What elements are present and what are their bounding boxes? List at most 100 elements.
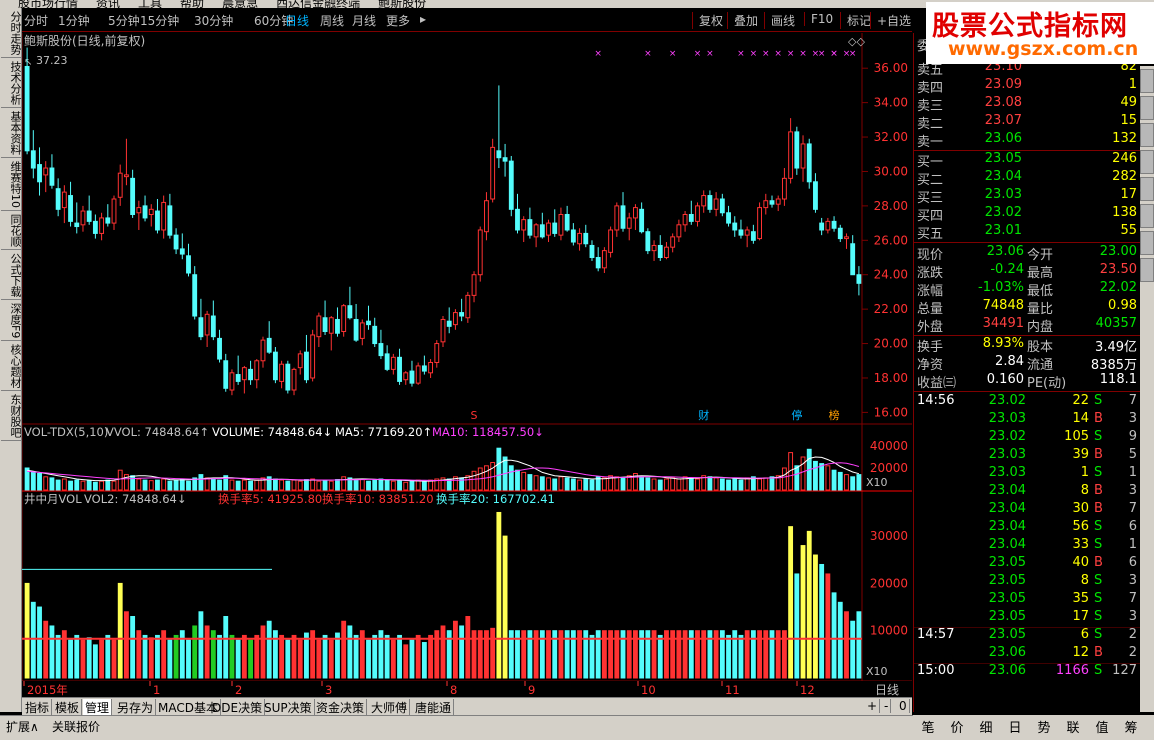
- sell-level-price[interactable]: 23.06: [970, 131, 1022, 146]
- tick-volume: 22: [1072, 393, 1089, 408]
- scroll-tab-1[interactable]: [1140, 69, 1154, 93]
- period-tab[interactable]: 15分钟: [140, 12, 179, 29]
- period-tab[interactable]: 日线: [285, 12, 309, 29]
- status-item[interactable]: 关联报价: [52, 718, 100, 735]
- sidebar-tab[interactable]: 东财股吧: [1, 392, 22, 442]
- period-tab[interactable]: 更多: [386, 12, 410, 29]
- indicator-tab[interactable]: SUP决策: [262, 699, 315, 716]
- scroll-tab-4[interactable]: [1140, 150, 1154, 174]
- chart-marker[interactable]: 财: [698, 408, 709, 422]
- status-item[interactable]: 扩展∧: [6, 718, 39, 735]
- panel-row: 23.05 8 S 3: [914, 573, 1154, 591]
- turnover-bar: [279, 634, 285, 679]
- toolbar-button[interactable]: 复权: [692, 12, 723, 29]
- period-tab[interactable]: 5分钟: [108, 12, 140, 29]
- menu-item[interactable]: 西达信金融终端: [276, 0, 360, 8]
- buy-level-price[interactable]: 23.03: [970, 187, 1022, 202]
- sidebar-tab[interactable]: 公式下载: [1, 251, 22, 300]
- scroll-tab-5[interactable]: [1140, 177, 1154, 201]
- buy-level-price[interactable]: 23.04: [970, 169, 1022, 184]
- menu-item[interactable]: 鲍斯股份: [378, 0, 426, 8]
- quote-tab[interactable]: 势: [1030, 717, 1058, 736]
- event-mark: ×: [750, 49, 758, 59]
- sell-level-price[interactable]: 23.07: [970, 113, 1022, 128]
- chart-marker[interactable]: S: [471, 409, 478, 422]
- turnover-bar: [130, 616, 136, 679]
- sell-level-price[interactable]: 23.08: [970, 95, 1022, 110]
- scroll-tab-7[interactable]: [1140, 231, 1154, 255]
- toolbar-button[interactable]: 叠加: [727, 12, 758, 29]
- sidebar-tab[interactable]: 技术分析: [1, 59, 22, 108]
- volume-bar: [322, 479, 328, 491]
- sidebar-tab[interactable]: 基本资料: [1, 109, 22, 158]
- toolbar-button[interactable]: +自选: [870, 12, 911, 29]
- quote-tab[interactable]: 细: [972, 717, 1000, 736]
- candle: [484, 192, 489, 241]
- menu-item[interactable]: 股市场行情: [18, 0, 78, 8]
- quote-tab[interactable]: 日: [1001, 717, 1029, 736]
- candle: [49, 154, 55, 189]
- menu-item[interactable]: 帮助: [180, 0, 204, 8]
- scroll-tab-2[interactable]: [1140, 96, 1154, 120]
- diamond-icon[interactable]: ◇◇: [848, 35, 865, 48]
- volume-bar: [409, 480, 415, 491]
- period-tab[interactable]: 周线: [320, 12, 344, 29]
- sidebar-tab[interactable]: 分时走势: [1, 9, 22, 58]
- volume-bar: [794, 465, 800, 491]
- period-tab[interactable]: 月线: [352, 12, 376, 29]
- period-tab[interactable]: 1分钟: [58, 12, 90, 29]
- panel-row: 现价 23.06 今开 23.00: [914, 244, 1154, 263]
- menu-item[interactable]: 晨意急: [222, 0, 258, 8]
- indicator-tab[interactable]: 大师傅: [369, 699, 411, 716]
- candle: [229, 369, 235, 396]
- turnover-bar: [229, 634, 235, 679]
- sell-level-price[interactable]: 23.09: [970, 77, 1022, 92]
- sidebar-tab[interactable]: 深度F9: [1, 301, 22, 342]
- menu-item[interactable]: 资讯: [96, 0, 120, 8]
- volume-bar: [800, 456, 806, 491]
- quote-tab[interactable]: 笔: [914, 717, 942, 736]
- zoom-control[interactable]: +: [865, 699, 881, 713]
- sidebar-tab[interactable]: 核心题材: [1, 342, 22, 392]
- indicator-tab[interactable]: 模板: [53, 699, 83, 716]
- quote-tab[interactable]: 值: [1088, 717, 1116, 736]
- candle: [471, 271, 477, 303]
- indicator-tab[interactable]: 另存为: [115, 699, 157, 716]
- scroll-tab-3[interactable]: [1140, 123, 1154, 147]
- indicator-tab[interactable]: DDE决策: [210, 699, 266, 716]
- quote-divider: [914, 242, 1154, 243]
- volume-legend-label: VOL-TDX(5,10): [24, 425, 108, 439]
- toolbar-button[interactable]: F10: [804, 12, 833, 26]
- period-tab[interactable]: 分时: [24, 12, 48, 29]
- period-tab[interactable]: 30分钟: [194, 12, 233, 29]
- sidebar-tab[interactable]: 维赛特10: [1, 159, 22, 211]
- buy-level-price[interactable]: 23.01: [970, 223, 1022, 238]
- tick-price: 23.03: [988, 447, 1026, 462]
- indicator-tab[interactable]: 唐能通: [413, 699, 455, 716]
- chart-marker[interactable]: 停: [791, 408, 802, 422]
- event-mark: ×: [787, 49, 795, 59]
- turnover-bar: [241, 634, 247, 679]
- menu-item[interactable]: 工具: [138, 0, 162, 8]
- volume-bar: [415, 479, 421, 491]
- buy-level-price[interactable]: 23.05: [970, 151, 1022, 166]
- indicator-tab[interactable]: 指标: [23, 699, 53, 716]
- turnover-bar: [304, 632, 309, 679]
- scroll-tab-8[interactable]: [1140, 258, 1154, 282]
- toolbar-button[interactable]: 画线: [764, 12, 795, 29]
- quote-tab[interactable]: 价: [943, 717, 971, 736]
- indicator-tab[interactable]: 资金决策: [314, 699, 368, 716]
- sidebar-tab[interactable]: 同花顺: [1, 212, 22, 250]
- toolbar-button[interactable]: 标记: [840, 12, 871, 29]
- scroll-tab-6[interactable]: [1140, 204, 1154, 228]
- quote-tab[interactable]: 筹: [1117, 717, 1145, 736]
- chart-marker[interactable]: 榜: [829, 408, 840, 422]
- candle: [328, 316, 334, 351]
- zoom-control[interactable]: 0: [897, 699, 910, 713]
- buy-level-price[interactable]: 23.02: [970, 205, 1022, 220]
- indicator-tab[interactable]: 管理: [83, 699, 113, 716]
- volume-bar: [856, 474, 862, 491]
- more-arrow-icon[interactable]: ▸: [420, 12, 426, 26]
- zoom-control[interactable]: -: [882, 699, 892, 713]
- quote-tab[interactable]: 联: [1059, 717, 1087, 736]
